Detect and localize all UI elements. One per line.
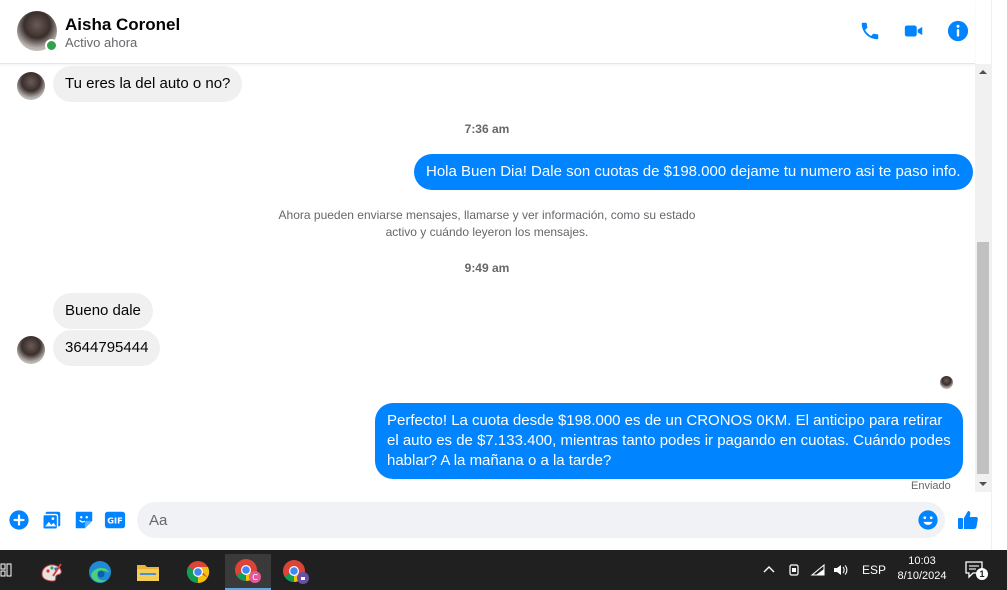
sender-avatar[interactable] xyxy=(17,336,45,364)
scroll-thumb[interactable] xyxy=(977,242,989,474)
messenger-window: Aisha Coronel Activo ahora Tu eres la de… xyxy=(0,0,1007,590)
info-icon[interactable] xyxy=(947,20,969,42)
taskbar-app-file-explorer[interactable] xyxy=(128,554,168,590)
online-status-dot xyxy=(45,39,58,52)
message-incoming[interactable]: Bueno dale xyxy=(53,293,153,329)
taskbar-app-edge[interactable] xyxy=(80,554,120,590)
privacy-notice: Ahora pueden enviarse mensajes, llamarse… xyxy=(278,208,696,239)
phone-call-icon[interactable] xyxy=(859,20,881,42)
chrome-profile-icon: C xyxy=(235,559,261,583)
scroll-up-arrow-icon[interactable] xyxy=(975,64,991,80)
message-input[interactable] xyxy=(137,502,945,538)
seen-receipt-avatar xyxy=(940,376,953,389)
wifi-icon[interactable] xyxy=(810,563,826,577)
chrome-icon xyxy=(186,561,210,583)
sent-status: Enviado xyxy=(911,480,951,492)
plus-icon[interactable] xyxy=(8,509,30,531)
notification-count-badge: 1 xyxy=(979,569,985,579)
taskbar-app-chrome-profile-2[interactable] xyxy=(276,554,316,590)
timestamp: 7:36 am xyxy=(464,122,510,136)
windows-taskbar: C ESP 10:03 8/10/2024 1 xyxy=(0,550,1007,590)
scroll-down-arrow-icon[interactable] xyxy=(975,476,991,492)
svg-text:C: C xyxy=(252,573,258,582)
contact-name[interactable]: Aisha Coronel xyxy=(65,15,180,35)
taskbar-clock[interactable]: 10:03 8/10/2024 xyxy=(890,554,954,584)
chat-header: Aisha Coronel Activo ahora xyxy=(0,0,975,64)
taskbar-app-paint[interactable] xyxy=(32,554,72,590)
clock-date: 8/10/2024 xyxy=(897,570,947,582)
message-incoming[interactable]: 3644795444 xyxy=(53,330,161,366)
sticker-icon[interactable] xyxy=(73,509,95,531)
folder-icon xyxy=(137,565,159,581)
clock-time: 10:03 xyxy=(908,555,936,567)
sender-avatar[interactable] xyxy=(17,72,45,100)
timestamp: 9:49 am xyxy=(464,261,510,275)
message-composer: GIF xyxy=(0,496,991,550)
message-outgoing[interactable]: Perfecto! La cuota desde $198.000 es de … xyxy=(375,403,963,479)
photo-icon[interactable] xyxy=(41,509,63,531)
system-tray: ESP xyxy=(762,550,886,590)
chrome-profile-icon xyxy=(283,560,309,584)
chat-scrollbar[interactable] xyxy=(975,64,991,492)
chevron-up-icon[interactable] xyxy=(762,563,776,577)
contact-status: Activo ahora xyxy=(65,35,138,50)
svg-text:GIF: GIF xyxy=(107,516,122,526)
language-indicator[interactable]: ESP xyxy=(862,563,886,577)
thumbs-up-icon[interactable] xyxy=(956,508,980,532)
message-incoming[interactable]: Tu eres la del auto o no? xyxy=(53,66,243,102)
taskbar-app-chrome-profile-active[interactable]: C xyxy=(225,554,271,590)
contact-avatar[interactable] xyxy=(17,11,58,52)
taskbar-app-chrome[interactable] xyxy=(178,554,218,590)
meet-now-icon[interactable] xyxy=(787,562,801,578)
video-call-icon[interactable] xyxy=(903,20,925,42)
emoji-icon[interactable] xyxy=(917,509,939,531)
task-view-icon[interactable] xyxy=(0,562,12,578)
gif-icon[interactable]: GIF xyxy=(104,509,126,531)
paint-app-icon xyxy=(41,563,62,582)
message-outgoing[interactable]: Hola Buen Dia! Dale son cuotas de $198.0… xyxy=(414,154,973,190)
volume-icon[interactable] xyxy=(832,563,850,577)
edge-browser-icon xyxy=(89,561,111,583)
window-edge xyxy=(991,0,1007,550)
